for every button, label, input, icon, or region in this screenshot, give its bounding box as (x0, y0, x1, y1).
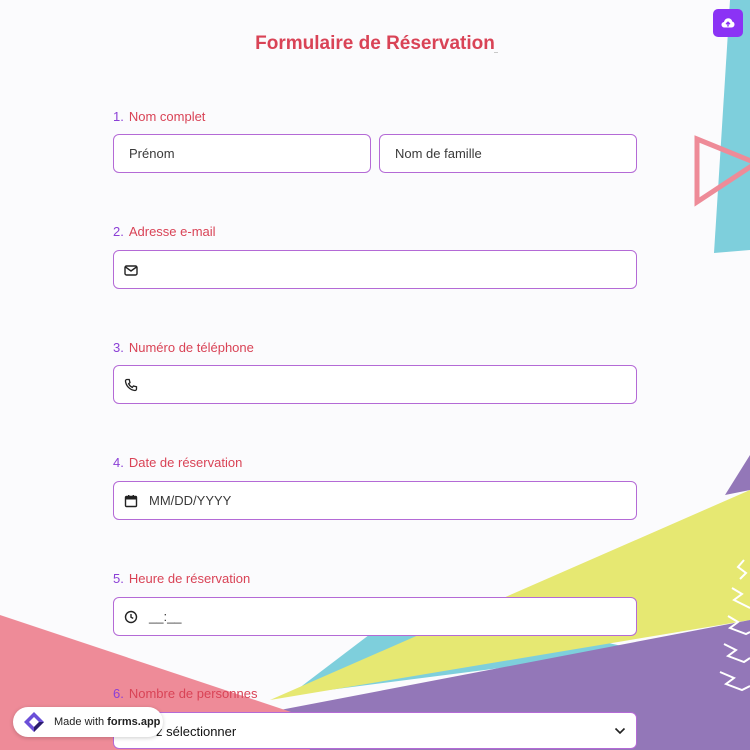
time-placeholder: __:__ (149, 609, 182, 624)
last-name-field[interactable]: Nom de famille (379, 134, 637, 173)
first-name-placeholder: Prénom (129, 146, 175, 161)
question-label-persons: 6. Nombre de personnes (113, 686, 257, 701)
question-text: Date de réservation (128, 455, 243, 470)
question-text: Numéro de téléphone (128, 340, 254, 355)
made-with-badge[interactable]: Made with forms.app (13, 707, 163, 737)
question-number: 5. (113, 571, 124, 586)
made-with-text: Made with forms.app (54, 716, 160, 728)
title-dot (494, 52, 498, 53)
question-label-date: 4. Date de réservation (113, 455, 242, 470)
persons-placeholder: z sélectionner (156, 724, 237, 739)
first-name-field[interactable]: Prénom (113, 134, 371, 173)
question-number: 4. (113, 455, 124, 470)
question-label-name: 1. Nom complet (113, 109, 205, 124)
question-label-email: 2. Adresse e-mail (113, 224, 216, 239)
question-text: Heure de réservation (128, 571, 251, 586)
question-label-phone: 3. Numéro de téléphone (113, 340, 254, 355)
persons-select[interactable]: z sélectionner (113, 712, 637, 749)
question-number: 1. (113, 109, 124, 124)
email-field[interactable] (113, 250, 637, 289)
last-name-placeholder: Nom de famille (395, 146, 482, 161)
question-text: Nombre de personnes (128, 686, 258, 701)
brand-name: forms.app (107, 716, 161, 728)
question-number: 6. (113, 686, 124, 701)
form-title: Formulaire de Réservation (255, 33, 495, 54)
forms-app-logo-icon (24, 712, 44, 732)
reservation-form: Formulaire de Réservation 1. Nom complet … (0, 0, 750, 750)
question-text: Nom complet (128, 109, 206, 124)
clock-icon (124, 610, 138, 624)
question-number: 2. (113, 224, 124, 239)
made-with-prefix: Made with (54, 716, 105, 728)
question-number: 3. (113, 340, 124, 355)
calendar-icon (124, 495, 138, 508)
question-text: Adresse e-mail (128, 224, 216, 239)
phone-icon (124, 378, 138, 392)
date-placeholder: MM/DD/YYYY (149, 493, 232, 508)
phone-field[interactable] (113, 365, 637, 404)
chevron-down-icon (614, 727, 626, 735)
question-label-time: 5. Heure de réservation (113, 571, 250, 586)
date-field[interactable]: MM/DD/YYYY (113, 481, 637, 520)
cloud-upload-icon (721, 18, 735, 28)
time-field[interactable]: __:__ (113, 597, 637, 636)
envelope-icon (124, 265, 138, 276)
